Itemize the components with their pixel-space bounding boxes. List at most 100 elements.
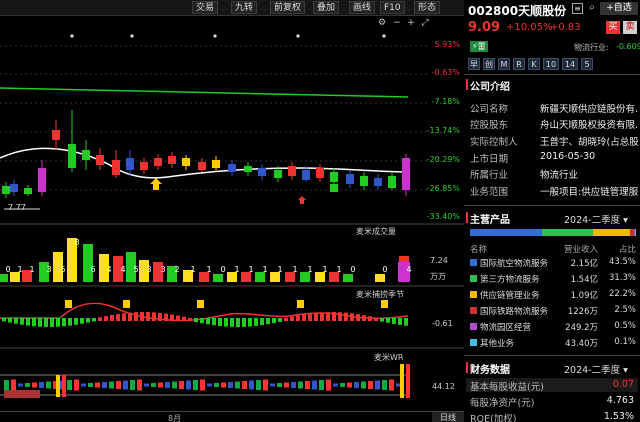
season-bar bbox=[218, 318, 222, 326]
wr-bar bbox=[221, 382, 226, 388]
season-bar bbox=[14, 318, 18, 324]
product-row[interactable]: 国际铁路物流服务 1226万 2.5% bbox=[466, 304, 638, 317]
product-name: 国际铁路物流服务 bbox=[480, 307, 549, 317]
change-percent: +10.05% bbox=[506, 22, 553, 33]
wr-panel-title: 麦米WR bbox=[374, 353, 404, 362]
volume-count-label: 1 bbox=[307, 265, 313, 274]
pct-label: -0.63% bbox=[431, 68, 460, 77]
candle-body bbox=[168, 156, 176, 164]
company-key: 公司名称 bbox=[470, 104, 509, 115]
period-select[interactable]: 日线 bbox=[432, 412, 464, 422]
wr-bar bbox=[242, 381, 247, 389]
sell-button[interactable]: 卖 bbox=[623, 21, 637, 34]
volume-count-label: 1 bbox=[206, 265, 212, 274]
add-watch-button[interactable]: +自选 bbox=[600, 2, 638, 15]
chevron-down-icon: ▾ bbox=[623, 365, 628, 376]
wr-bar bbox=[95, 382, 100, 388]
wr-bar bbox=[81, 383, 86, 387]
candle-body bbox=[198, 162, 206, 170]
signal-dot bbox=[382, 34, 386, 38]
finance-section-title: 财务数据 bbox=[470, 365, 510, 376]
product-revenue: 1.09亿 bbox=[570, 291, 598, 301]
period-btn-chuang[interactable]: 创 bbox=[483, 58, 495, 70]
candle-body bbox=[388, 176, 396, 188]
finance-value: 1.53% bbox=[603, 411, 634, 422]
product-row[interactable]: 物流园区经营 249.2万 0.5% bbox=[466, 320, 638, 333]
product-row[interactable]: 其他业务 43.40万 0.1% bbox=[466, 336, 638, 349]
candle-body bbox=[228, 164, 236, 172]
season-bar bbox=[404, 318, 408, 326]
volume-bar bbox=[343, 274, 353, 282]
candle-body bbox=[274, 170, 282, 178]
candle-body bbox=[52, 130, 60, 140]
chart-area[interactable]: 交易 九转 前复权 叠加 画线 F10 形态 ⚙ − + ⤢ 5.93% -0.… bbox=[0, 0, 464, 422]
period-btn-5[interactable]: 5 bbox=[581, 58, 593, 70]
product-name: 国际航空物流服务 bbox=[480, 259, 549, 269]
period-btn-k[interactable]: K bbox=[528, 58, 540, 70]
candle-body bbox=[244, 166, 252, 172]
alert-tag[interactable]: ⚡雷 bbox=[470, 41, 488, 52]
wr-bar bbox=[25, 383, 30, 387]
finance-period-label: 2024-二季度 bbox=[564, 365, 621, 376]
products-period-select[interactable]: 2024-二季度 ▾ bbox=[564, 212, 628, 226]
volume-count-label: 4 bbox=[106, 265, 112, 274]
product-row[interactable]: 供应链管理业务 1.09亿 22.2% bbox=[466, 288, 638, 301]
season-bar bbox=[260, 318, 264, 326]
season-bar bbox=[56, 318, 60, 327]
menu-icon[interactable]: ≡ bbox=[572, 3, 583, 14]
info-panel: 002800天顺股份 ≡ ⌕ +自选 9.09 +10.05% +0.83 买 … bbox=[464, 0, 640, 422]
company-key: 所属行业 bbox=[470, 170, 509, 181]
season-bar bbox=[20, 318, 24, 325]
wr-bar bbox=[319, 380, 324, 390]
period-btn-early[interactable]: 早 bbox=[468, 58, 480, 70]
season-bar bbox=[26, 318, 30, 326]
pct-label: -26.85% bbox=[426, 184, 460, 193]
volume-count-label: 1 bbox=[234, 265, 240, 274]
season-value: -0.61 bbox=[432, 319, 453, 328]
season-bar bbox=[194, 318, 198, 323]
candle-body bbox=[10, 184, 18, 192]
finance-row: 每股净资产(元) 4.763 bbox=[466, 394, 638, 409]
candle-body bbox=[258, 168, 266, 176]
company-key: 实际控制人 bbox=[470, 137, 518, 148]
period-btn-r[interactable]: R bbox=[513, 58, 525, 70]
buy-button[interactable]: 买 bbox=[606, 21, 620, 34]
wr-bar bbox=[207, 383, 212, 387]
volume-bar bbox=[213, 274, 223, 282]
season-bar bbox=[224, 318, 228, 327]
finance-row: 基本每股收益(元) 0.07 bbox=[466, 378, 638, 393]
alert-tag-label: 雷 bbox=[477, 42, 486, 51]
product-row[interactable]: 国际航空物流服务 2.15亿 43.5% bbox=[466, 256, 638, 269]
candle-body bbox=[2, 186, 10, 194]
season-bar bbox=[104, 316, 108, 321]
candle-body bbox=[402, 158, 410, 190]
candle-body bbox=[68, 144, 76, 168]
period-btn-10[interactable]: 10 bbox=[543, 58, 559, 70]
product-share: 2.5% bbox=[614, 305, 636, 315]
volume-unit: 万万 bbox=[430, 272, 446, 281]
color-swatch bbox=[470, 259, 477, 266]
wr-bar bbox=[46, 381, 51, 389]
candle-body bbox=[154, 158, 162, 166]
search-icon[interactable]: ⌕ bbox=[586, 2, 598, 14]
period-btn-14[interactable]: 14 bbox=[562, 58, 578, 70]
wr-bar bbox=[400, 364, 404, 398]
divider bbox=[464, 205, 640, 206]
season-bar bbox=[182, 316, 186, 321]
product-row[interactable]: 第三方物流服务 1.54亿 31.3% bbox=[466, 272, 638, 285]
wr-bar bbox=[186, 380, 191, 390]
finance-period-select[interactable]: 2024-二季度 ▾ bbox=[564, 362, 628, 376]
company-value: 一般项目:供应链管理服... bbox=[540, 187, 638, 198]
season-bar bbox=[158, 312, 162, 321]
volume-count-label: 3 bbox=[46, 265, 52, 274]
candle-body bbox=[24, 188, 32, 194]
company-key: 业务范围 bbox=[470, 187, 509, 198]
wr-bar bbox=[406, 364, 410, 398]
low-price-label: 7.77 bbox=[8, 203, 26, 212]
company-key: 上市日期 bbox=[470, 154, 509, 165]
finance-key: ROE(加权) bbox=[470, 414, 517, 422]
share-segment bbox=[541, 229, 594, 236]
candle-body bbox=[82, 150, 90, 160]
wr-bar bbox=[11, 379, 16, 391]
period-btn-m[interactable]: M bbox=[498, 58, 510, 70]
